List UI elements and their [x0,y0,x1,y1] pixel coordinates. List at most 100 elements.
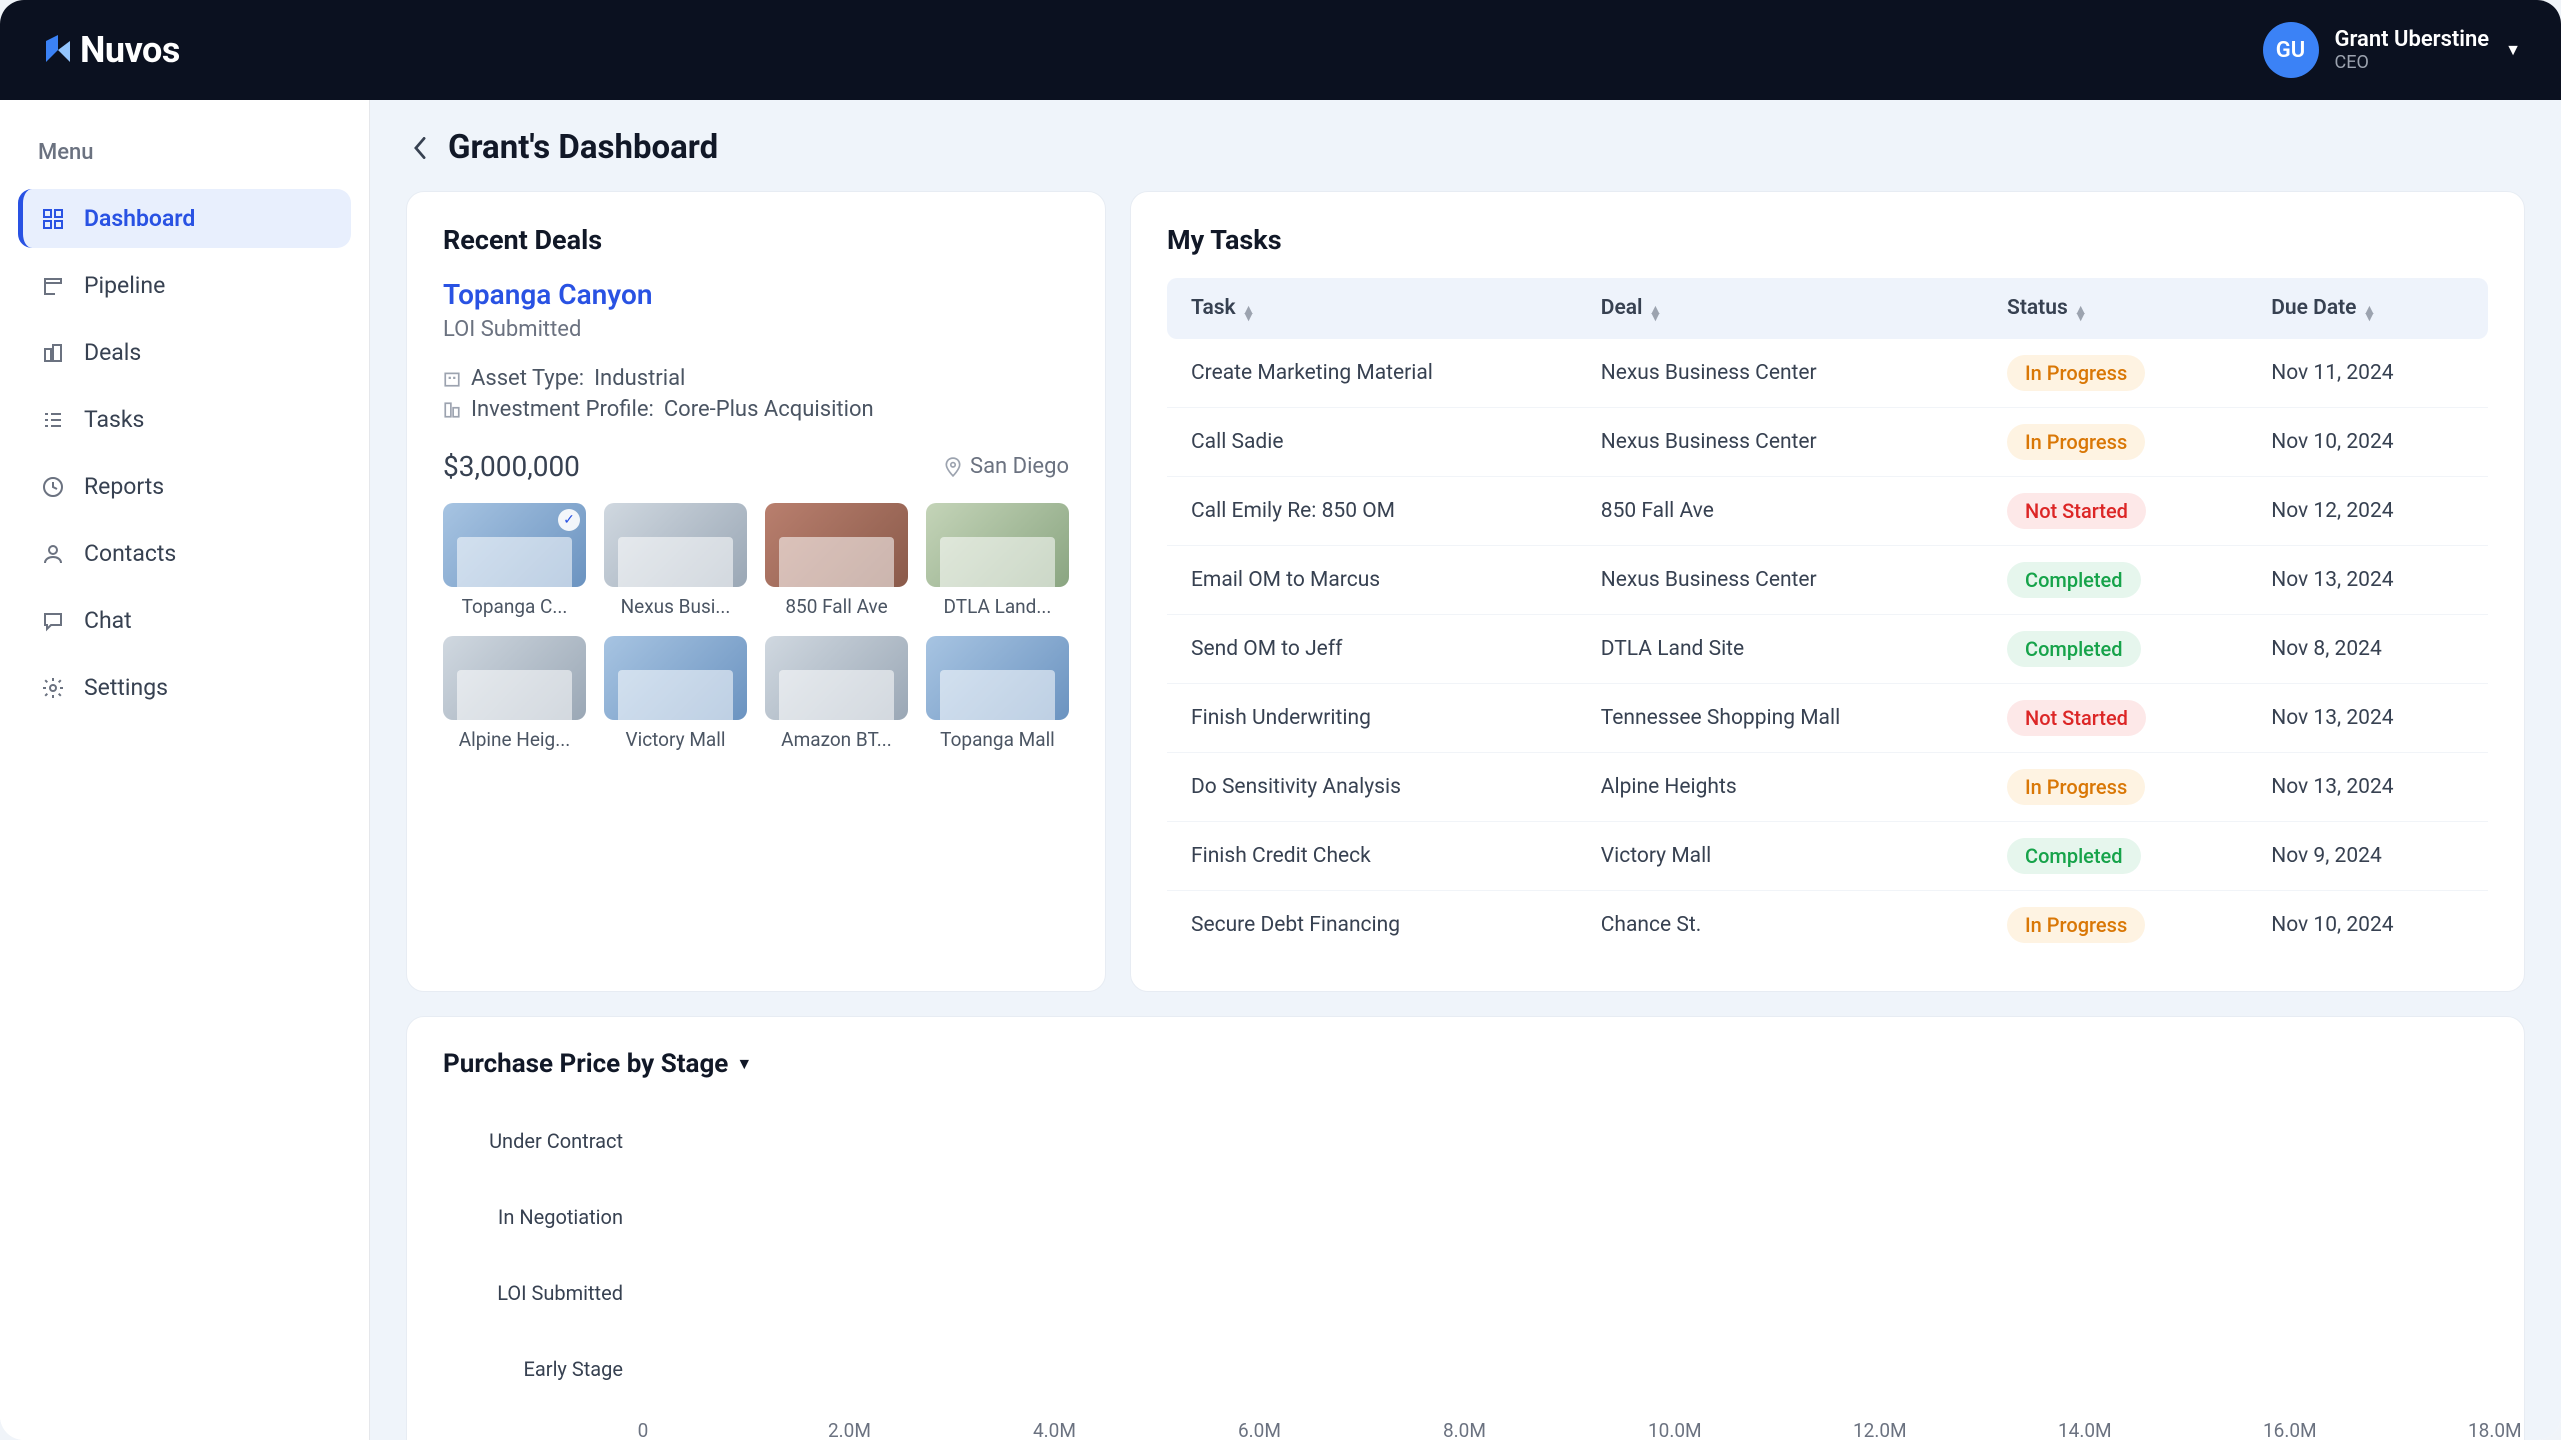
recent-deals-title: Recent Deals [443,224,1069,256]
sidebar-item-label: Reports [84,473,164,500]
thumb-image [604,636,747,720]
menu-label: Menu [18,128,351,189]
sidebar-item-label: Pipeline [84,272,165,299]
sidebar-item-label: Contacts [84,540,176,567]
deal-status: LOI Submitted [443,317,1069,342]
thumb-image [926,636,1069,720]
chart-category-label: Early Stage [443,1357,643,1381]
cell-task: Send OM to Jeff [1167,615,1577,684]
sort-icon: ▲▼ [1242,307,1256,321]
chart-title-dropdown[interactable]: Purchase Price by Stage ▼ [443,1049,2488,1079]
thumb-label: Alpine Heig... [443,728,586,751]
cell-deal: Victory Mall [1577,822,1983,891]
cell-deal: DTLA Land Site [1577,615,1983,684]
table-row[interactable]: Email OM to MarcusNexus Business CenterC… [1167,546,2488,615]
deal-name[interactable]: Topanga Canyon [443,278,1069,311]
status-badge: Completed [2007,631,2141,667]
cell-due: Nov 13, 2024 [2247,753,2488,822]
x-tick: 14.0M [2058,1419,2098,1440]
settings-icon [40,675,66,701]
cell-task: Call Sadie [1167,408,1577,477]
table-row[interactable]: Send OM to JeffDTLA Land Site Completed No… [1167,615,2488,684]
sidebar-item-settings[interactable]: Settings [18,658,351,717]
cell-due: Nov 13, 2024 [2247,684,2488,753]
user-menu[interactable]: GU Grant Uberstine CEO ▼ [2263,22,2521,78]
logo-icon [40,32,76,68]
sort-icon: ▲▼ [1648,307,1662,321]
cell-deal: Alpine Heights [1577,753,1983,822]
col-status[interactable]: Status▲▼ [1983,278,2247,339]
table-row[interactable]: Finish Credit CheckVictory MallCompleted… [1167,822,2488,891]
col-task[interactable]: Task▲▼ [1167,278,1577,339]
table-row[interactable]: Create Marketing MaterialNexus Business … [1167,339,2488,408]
cell-due: Nov 10, 2024 [2247,891,2488,960]
thumb-label: Topanga Mall [926,728,1069,751]
deal-thumb[interactable]: Amazon BT... [765,636,908,751]
status-badge: In Progress [2007,355,2145,391]
table-row[interactable]: Finish UnderwritingTennessee Shopping Ma… [1167,684,2488,753]
x-tick: 18.0M [2468,1419,2508,1440]
tasks-title: My Tasks [1167,224,2488,256]
user-name: Grant Uberstine [2335,27,2490,52]
chat-icon [40,608,66,634]
profile-icon [443,401,461,419]
col-deal[interactable]: Deal▲▼ [1577,278,1983,339]
topbar: Nuvos GU Grant Uberstine CEO ▼ [0,0,2561,100]
dashboard-icon [40,206,66,232]
cell-due: Nov 8, 2024 [2247,615,2488,684]
sidebar-item-reports[interactable]: Reports [18,457,351,516]
deal-thumb[interactable]: Alpine Heig... [443,636,586,751]
status-badge: In Progress [2007,424,2145,460]
sidebar-item-label: Chat [84,607,132,634]
status-badge: Completed [2007,838,2141,874]
deal-thumb[interactable]: DTLA Land... [926,503,1069,618]
cell-due: Nov 12, 2024 [2247,477,2488,546]
main: Grant's Dashboard Recent Deals Topanga C… [370,100,2561,1440]
sidebar-item-deals[interactable]: Deals [18,323,351,382]
sidebar-item-chat[interactable]: Chat [18,591,351,650]
thumb-label: Nexus Busi... [604,595,747,618]
thumb-label: Topanga C... [443,595,586,618]
investment-profile: Core-Plus Acquisition [664,397,874,422]
x-tick: 0 [623,1419,663,1440]
logo[interactable]: Nuvos [40,29,180,71]
cell-deal: Nexus Business Center [1577,408,1983,477]
cell-deal: Nexus Business Center [1577,546,1983,615]
sidebar-item-contacts[interactable]: Contacts [18,524,351,583]
table-row[interactable]: Call SadieNexus Business Center In Progre… [1167,408,2488,477]
x-tick: 12.0M [1853,1419,1893,1440]
tasks-icon [40,407,66,433]
back-button[interactable] [406,134,434,162]
check-icon: ✓ [558,509,580,531]
status-badge: Not Started [2007,493,2146,529]
thumb-label: 850 Fall Ave [765,595,908,618]
cell-due: Nov 10, 2024 [2247,408,2488,477]
sidebar-item-pipeline[interactable]: Pipeline [18,256,351,315]
thumb-image [765,636,908,720]
x-tick: 8.0M [1443,1419,1483,1440]
deal-price: $3,000,000 [443,450,580,483]
investment-label: Investment Profile: [471,397,654,422]
deal-thumb[interactable]: Nexus Busi... [604,503,747,618]
sidebar: Menu Dashboard Pipeline Deals Tasks Reports C… [0,100,370,1440]
col-due[interactable]: Due Date▲▼ [2247,278,2488,339]
thumb-label: Amazon BT... [765,728,908,751]
deal-thumb[interactable]: 850 Fall Ave [765,503,908,618]
table-row[interactable]: Do Sensitivity AnalysisAlpine HeightsIn … [1167,753,2488,822]
cell-task: Finish Underwriting [1167,684,1577,753]
building-icon [443,370,461,388]
table-row[interactable]: Secure Debt FinancingChance St.In Progre… [1167,891,2488,960]
cell-task: Create Marketing Material [1167,339,1577,408]
deal-thumb[interactable]: ✓ Topanga C... [443,503,586,618]
sidebar-item-tasks[interactable]: Tasks [18,390,351,449]
thumb-image: ✓ [443,503,586,587]
asset-type: Industrial [594,366,685,391]
deal-thumb[interactable]: Victory Mall [604,636,747,751]
thumb-label: DTLA Land... [926,595,1069,618]
sidebar-item-dashboard[interactable]: Dashboard [18,189,351,248]
user-role: CEO [2335,52,2490,73]
table-row[interactable]: Call Emily Re: 850 OM850 Fall AveNot Sta… [1167,477,2488,546]
deal-thumb[interactable]: Topanga Mall [926,636,1069,751]
thumb-image [604,503,747,587]
page-title: Grant's Dashboard [448,128,718,167]
